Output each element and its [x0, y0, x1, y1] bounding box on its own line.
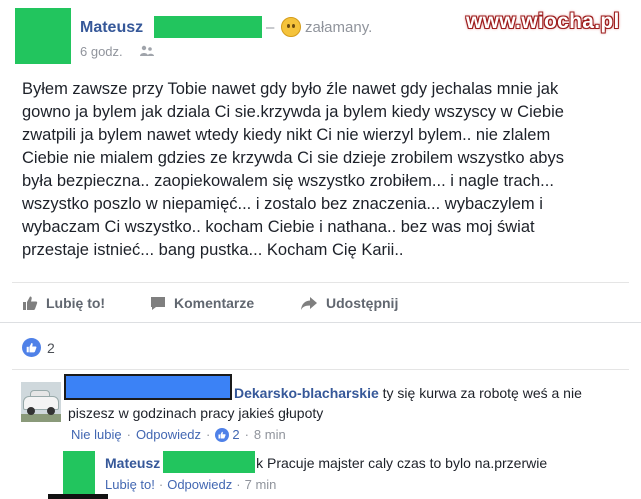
reply-avatar-redacted[interactable] [63, 451, 95, 499]
reply-meta: Lubię to! · Odpowiedz · 7 min [105, 477, 277, 492]
like-button[interactable]: Lubię to! [22, 295, 105, 311]
author-avatar-redacted[interactable] [15, 8, 71, 64]
divider [12, 282, 629, 283]
divider [0, 322, 641, 323]
like-icon [23, 296, 38, 310]
unlike-link[interactable]: Nie lubię [71, 427, 122, 442]
comment-body-line2: piszesz w godzinach pracy jakieś głupoty [68, 405, 324, 421]
comment-author[interactable]: Dekarsko-blacharskie [234, 385, 379, 401]
like-reaction-icon [22, 338, 41, 357]
feeling-icon [281, 17, 301, 37]
like-label: Lubię to! [46, 295, 106, 311]
reply-time[interactable]: 7 min [245, 477, 277, 492]
comment-body-line1: ty się kurwa za robotę weś a nie [382, 385, 582, 401]
like-reaction-icon [215, 427, 230, 442]
redaction-box [64, 374, 232, 400]
redaction-box [163, 451, 255, 473]
post-body: Byłem zawsze przy Tobie nawet gdy było ź… [22, 80, 564, 259]
reply-like-link[interactable]: Lubię to! [105, 477, 155, 492]
comment-time[interactable]: 8 min [254, 427, 286, 442]
divider [12, 369, 629, 370]
feeling-text: załamany. [305, 19, 373, 36]
commenter-avatar[interactable] [21, 382, 61, 422]
comment-label: Komentarze [174, 295, 255, 311]
feeling-dash: – [266, 19, 275, 36]
reply-author[interactable]: Mateusz [105, 455, 160, 471]
reply-link[interactable]: Odpowiedz [136, 427, 201, 442]
share-icon [301, 296, 317, 310]
post-author-name[interactable]: Mateusz [80, 19, 143, 37]
comment-button[interactable]: Komentarze [150, 295, 254, 311]
comment-meta: Nie lubię · Odpowiedz · 2 · 8 min [71, 427, 286, 442]
comment-icon [151, 296, 165, 310]
post-timestamp[interactable]: 6 godz. [80, 44, 123, 59]
share-button[interactable]: Udostępnij [300, 295, 398, 311]
share-label: Udostępnij [326, 295, 399, 311]
comment-like-count[interactable]: 2 [232, 427, 239, 442]
reply-reply-link[interactable]: Odpowiedz [167, 477, 232, 492]
reply-body: k Pracuje majster caly czas to bylo na.p… [256, 455, 548, 471]
cropped-bar [48, 494, 108, 499]
reaction-count: 2 [47, 339, 55, 356]
redaction-box [154, 16, 262, 38]
privacy-icon[interactable] [140, 45, 154, 57]
reactions-summary[interactable]: 2 [22, 338, 55, 357]
watermark: www.wiocha.pl [466, 10, 620, 33]
